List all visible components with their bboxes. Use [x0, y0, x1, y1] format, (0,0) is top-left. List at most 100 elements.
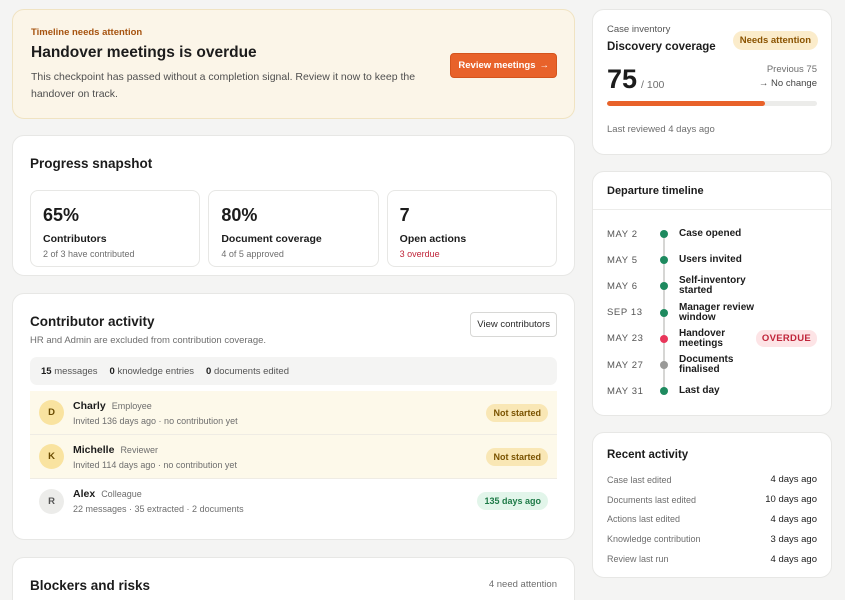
- timeline-date: MAY 27: [607, 359, 644, 371]
- timeline-dot: [660, 230, 668, 239]
- timeline-label: Self-inventory started: [679, 275, 746, 297]
- timeline-item: SEP 13 Manager review window: [593, 300, 831, 326]
- activity-label: Actions last edited: [607, 514, 681, 525]
- timeline-label: Last day: [679, 385, 720, 397]
- activity-value: 4 days ago: [770, 513, 817, 525]
- timeline-date: MAY 2: [607, 228, 638, 240]
- timeline-item: MAY 2 Case opened: [593, 221, 831, 247]
- timeline-date: MAY 31: [607, 385, 644, 397]
- alert-kicker: Timeline needs attention: [31, 27, 143, 38]
- timeline-date: MAY 5: [607, 254, 638, 266]
- stat-sub: 2 of 3 have contributed: [43, 249, 135, 259]
- coverage-progress-bar: [607, 101, 817, 106]
- count-documents: 0 documents edited: [206, 365, 289, 377]
- person-detail: 22 messages · 35 extracted · 2 documents: [73, 504, 244, 514]
- status-badge: Needs attention: [732, 31, 818, 50]
- blockers-card: Blockers and risks 4 need attention: [12, 557, 575, 600]
- person-role: Colleague: [101, 489, 142, 499]
- timeline-dot: [660, 334, 668, 343]
- person-detail: Invited 136 days ago · no contribution y…: [73, 415, 238, 426]
- timeline-date: MAY 23: [607, 333, 644, 345]
- coverage-score: 75/ 100: [607, 64, 665, 94]
- departure-timeline-card: Departure timeline MAY 2 Case opened MAY 5…: [592, 171, 832, 416]
- count-knowledge: 0 knowledge entries: [109, 365, 195, 377]
- progress-snapshot-card: Progress snapshot 65% Contributors 2 of …: [12, 135, 575, 276]
- contributor-activity-card: Contributor activity HR and Admin are ex…: [12, 293, 575, 540]
- timeline-label: Manager review window: [679, 301, 755, 323]
- timeline-date: SEP 13: [607, 307, 643, 319]
- timeline-item: MAY 5 Users invited: [593, 247, 831, 273]
- recent-activity-card: Recent activity Case last edited 4 days a…: [592, 432, 832, 578]
- timeline-item: MAY 6 Self-inventory started: [593, 273, 831, 299]
- timeline-label: Handover meetings: [679, 327, 726, 349]
- timeline-label: Case opened: [679, 228, 742, 240]
- timeline-item: MAY 23 Handover meetings OVERDUE: [593, 326, 831, 352]
- activity-value: 4 days ago: [770, 553, 817, 565]
- contributor-list: D Charly Employee Invited 136 days ago · …: [30, 391, 557, 523]
- avatar: D: [39, 400, 64, 425]
- timeline-alert: Timeline needs attention Handover meetin…: [12, 9, 575, 119]
- person-name: Charly: [73, 399, 106, 412]
- activity-value: 4 days ago: [770, 474, 817, 486]
- avatar: R: [39, 488, 64, 514]
- progress-snapshot-title: Progress snapshot: [30, 156, 153, 171]
- list-item[interactable]: D Charly Employee Invited 136 days ago · …: [30, 391, 557, 435]
- overdue-badge: OVERDUE: [755, 330, 817, 348]
- timeline-dot: [660, 282, 668, 291]
- avatar: K: [39, 444, 64, 469]
- timeline-dot: [660, 308, 668, 317]
- alert-description: This checkpoint has passed without a com…: [31, 71, 416, 100]
- status-badge: 135 days ago: [477, 492, 548, 510]
- stat-value: 65%: [43, 205, 80, 225]
- list-item[interactable]: K Michelle Reviewer Invited 114 days ago …: [30, 435, 557, 479]
- activity-counts: 15 messages 0 knowledge entries 0 docume…: [30, 357, 557, 385]
- recent-activity-title: Recent activity: [607, 449, 689, 461]
- recent-activity-row: Documents last edited 10 days ago: [607, 490, 817, 510]
- timeline-dot: [660, 387, 668, 396]
- status-badge: Not started: [486, 447, 548, 466]
- recent-activity-row: Case last edited 4 days ago: [607, 470, 817, 490]
- list-item[interactable]: R Alex Colleague 22 messages · 35 extract…: [30, 479, 557, 523]
- person-name: Michelle: [73, 443, 115, 456]
- activity-label: Case last edited: [607, 474, 672, 485]
- timeline-label: Documents finalised: [679, 354, 734, 376]
- timeline-item: MAY 27 Documents finalised: [593, 352, 831, 378]
- timeline-date: MAY 6: [607, 280, 638, 292]
- stat-value: 80%: [221, 205, 258, 225]
- stat-value: 7: [399, 205, 410, 225]
- timeline-title: Departure timeline: [593, 172, 831, 210]
- stats-row: 65% Contributors 2 of 3 have contributed…: [30, 190, 557, 267]
- count-messages: 15 messages: [41, 365, 98, 377]
- blockers-title: Blockers and risks: [30, 578, 151, 593]
- recent-activity-row: Knowledge contribution 3 days ago: [607, 529, 817, 549]
- stat-open-actions: 7 Open actions 3 overdue: [386, 190, 557, 267]
- recent-activity-row: Actions last edited 4 days ago: [607, 510, 817, 530]
- inventory-footer: Last reviewed 4 days ago: [607, 124, 715, 135]
- case-inventory-card: Case inventory Discovery coverage Needs …: [592, 9, 832, 155]
- recent-activity-row: Review last run 4 days ago: [607, 549, 817, 569]
- view-contributors-button[interactable]: View contributors: [470, 312, 557, 337]
- timeline-list: MAY 2 Case opened MAY 5 Users invited MAY 6 S…: [593, 210, 831, 404]
- person-detail: Invited 114 days ago · no contribution y…: [73, 459, 237, 470]
- activity-label: Knowledge contribution: [607, 534, 701, 545]
- timeline-label: Users invited: [679, 254, 742, 266]
- stat-label: Open actions: [399, 233, 467, 245]
- person-role: Employee: [111, 400, 152, 411]
- stat-contributors: 65% Contributors 2 of 3 have contributed: [30, 190, 201, 267]
- timeline-dot: [660, 256, 668, 265]
- stat-label: Document coverage: [221, 233, 322, 245]
- previous-score: Previous 75 → No change: [758, 64, 817, 89]
- blockers-count: 4 need attention: [488, 579, 557, 590]
- activity-label: Review last run: [607, 554, 669, 565]
- activity-value: 3 days ago: [770, 533, 817, 545]
- person-role: Reviewer: [120, 444, 158, 455]
- coverage-progress-fill: [607, 101, 765, 106]
- timeline-item: MAY 31 Last day: [593, 378, 831, 404]
- stat-document-coverage: 80% Document coverage 4 of 5 approved: [208, 190, 379, 267]
- stat-sub-overdue: 3 overdue: [399, 249, 440, 259]
- stat-label: Contributors: [43, 233, 107, 245]
- review-meetings-button[interactable]: Review meetings →: [450, 53, 557, 78]
- review-meetings-label: Review meetings: [458, 60, 536, 71]
- status-badge: Not started: [486, 403, 548, 422]
- arrow-right-icon: →: [539, 60, 550, 71]
